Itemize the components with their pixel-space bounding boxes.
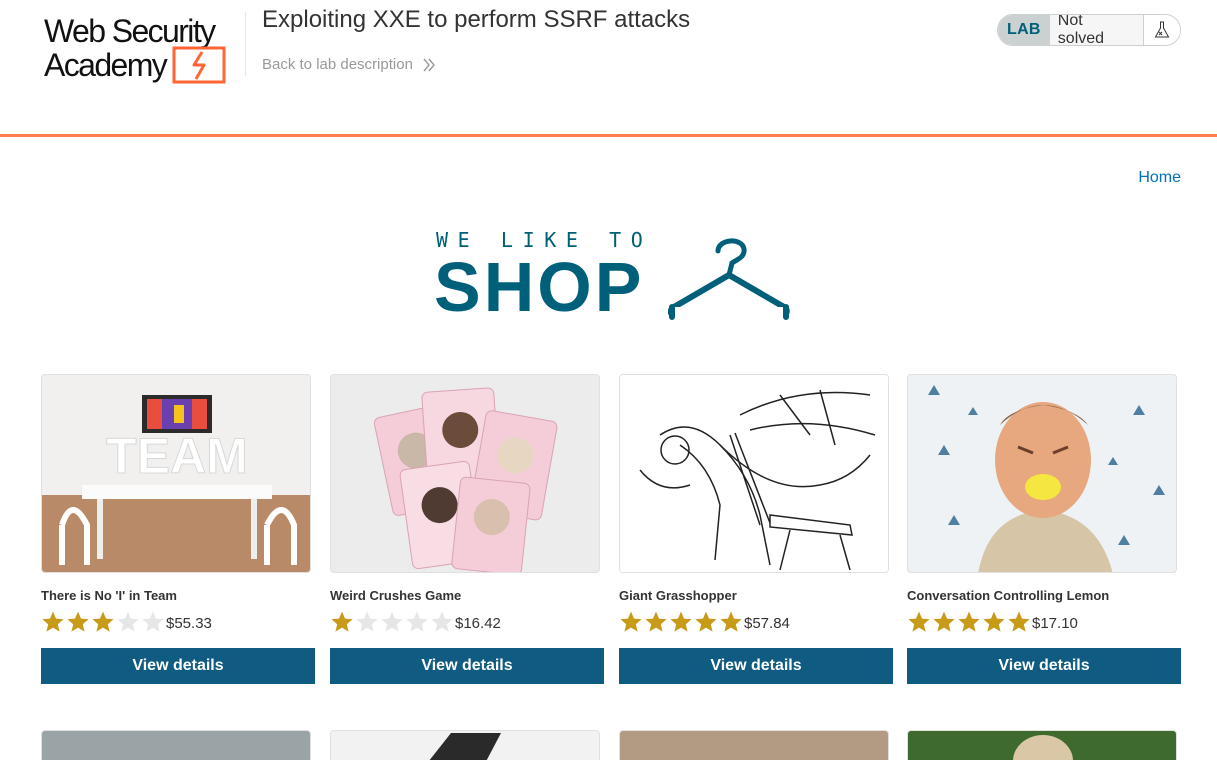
star-filled-icon (620, 611, 642, 632)
shop-banner: WE LIKE TO SHOP (434, 228, 790, 326)
star-filled-icon (720, 611, 742, 632)
product-image-partial[interactable] (41, 730, 311, 760)
product-name: There is No 'I' in Team (41, 588, 177, 603)
web-security-academy-logo[interactable]: Web Security Academy (44, 12, 244, 86)
flask-icon (1144, 15, 1180, 45)
star-filled-icon (67, 611, 89, 632)
product-image-partial[interactable] (907, 730, 1177, 760)
star-filled-icon (670, 611, 692, 632)
view-details-button[interactable]: View details (41, 648, 315, 684)
svg-text:Academy: Academy (44, 47, 168, 83)
view-details-button[interactable]: View details (619, 648, 893, 684)
crush-cards-image[interactable] (330, 374, 600, 573)
star-rating (619, 610, 743, 634)
star-filled-icon (92, 611, 114, 632)
star-empty-icon (406, 611, 428, 632)
svg-text:TEAM: TEAM (106, 428, 248, 484)
banner-title: SHOP (434, 248, 645, 326)
view-details-button[interactable]: View details (330, 648, 604, 684)
product-image-partial[interactable] (619, 730, 889, 760)
star-rating (330, 610, 454, 634)
double-chevron-right-icon (423, 58, 435, 71)
star-empty-icon (142, 611, 164, 632)
product-name: Conversation Controlling Lemon (907, 588, 1110, 603)
star-filled-icon (645, 611, 667, 632)
star-rating (41, 610, 165, 634)
star-rating (907, 610, 1031, 634)
view-details-button[interactable]: View details (907, 648, 1181, 684)
star-filled-icon (983, 611, 1005, 632)
lab-status-text: Not solved (1049, 15, 1144, 45)
product-image-partial[interactable] (330, 730, 600, 760)
svg-text:Web Security: Web Security (44, 13, 216, 49)
team-room-image[interactable]: TEAM (41, 374, 311, 573)
lab-title: Exploiting XXE to perform SSRF attacks (262, 6, 691, 33)
star-filled-icon (331, 611, 353, 632)
lab-status-widget: LAB Not solved (997, 14, 1181, 46)
lab-badge: LAB (998, 15, 1050, 45)
product-price: $55.33 (166, 615, 212, 632)
hanger-icon (668, 238, 790, 321)
lemon-man-image[interactable] (907, 374, 1177, 573)
header-divider (245, 12, 246, 76)
back-to-lab-description-link[interactable]: Back to lab description (262, 56, 435, 73)
star-filled-icon (908, 611, 930, 632)
product-price: $17.10 (1032, 615, 1078, 632)
product-name: Giant Grasshopper (619, 588, 737, 603)
star-filled-icon (42, 611, 64, 632)
star-empty-icon (117, 611, 139, 632)
product-price: $57.84 (744, 615, 790, 632)
star-empty-icon (381, 611, 403, 632)
product-price: $16.42 (455, 615, 501, 632)
star-empty-icon (431, 611, 453, 632)
academy-header: Web Security Academy Exploiting XXE to p… (0, 0, 1217, 134)
header-accent-bar (0, 134, 1217, 137)
home-link[interactable]: Home (1138, 169, 1181, 187)
star-filled-icon (958, 611, 980, 632)
star-filled-icon (695, 611, 717, 632)
grasshopper-sketch-image[interactable] (619, 374, 889, 573)
star-filled-icon (933, 611, 955, 632)
back-link-label: Back to lab description (262, 56, 413, 73)
star-empty-icon (356, 611, 378, 632)
star-filled-icon (1008, 611, 1030, 632)
product-name: Weird Crushes Game (330, 588, 462, 603)
